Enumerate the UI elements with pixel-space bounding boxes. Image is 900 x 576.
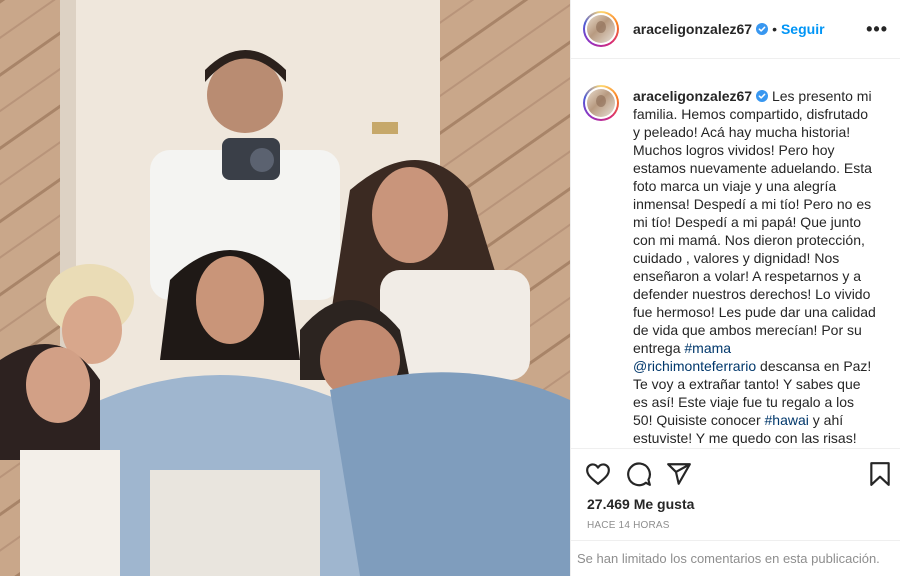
username-link[interactable]: araceligonzalez67 xyxy=(633,21,752,37)
bookmark-icon[interactable] xyxy=(867,461,893,487)
caption-comment: araceligonzalez67 Les presento mi famili… xyxy=(583,73,890,447)
follow-button[interactable]: Seguir xyxy=(781,21,825,37)
mention-link[interactable]: @richimonteferrario xyxy=(633,358,756,374)
share-icon[interactable] xyxy=(666,461,692,487)
caption-username[interactable]: araceligonzalez67 xyxy=(633,88,752,104)
separator-dot: • xyxy=(772,21,777,37)
verified-badge-icon xyxy=(756,23,769,35)
post-header: araceligonzalez67 • Seguir ••• xyxy=(571,0,900,59)
instagram-post: araceligonzalez67 • Seguir ••• araceligo… xyxy=(0,0,900,576)
hashtag-mama[interactable]: #mama xyxy=(684,340,731,356)
more-options-icon[interactable]: ••• xyxy=(866,19,888,40)
post-photo[interactable] xyxy=(0,0,570,576)
caption-text: araceligonzalez67 Les presento mi famili… xyxy=(633,87,877,447)
post-sidebar: araceligonzalez67 • Seguir ••• araceligo… xyxy=(570,0,900,576)
caption-avatar[interactable] xyxy=(583,85,619,121)
hashtag-hawai[interactable]: #hawai xyxy=(765,412,809,428)
post-timestamp[interactable]: HACE 14 HORAS xyxy=(587,520,670,531)
comments-limited-notice: Se han limitado los comentarios en esta … xyxy=(571,540,900,576)
action-bar xyxy=(571,448,900,499)
caption-body-1: Les presento mi familia. Hemos compartid… xyxy=(633,88,876,356)
avatar[interactable] xyxy=(583,11,619,47)
verified-badge-icon xyxy=(756,90,769,102)
comment-icon[interactable] xyxy=(626,461,652,487)
heart-icon[interactable] xyxy=(585,461,611,487)
likes-count[interactable]: 27.469 Me gusta xyxy=(587,496,694,512)
